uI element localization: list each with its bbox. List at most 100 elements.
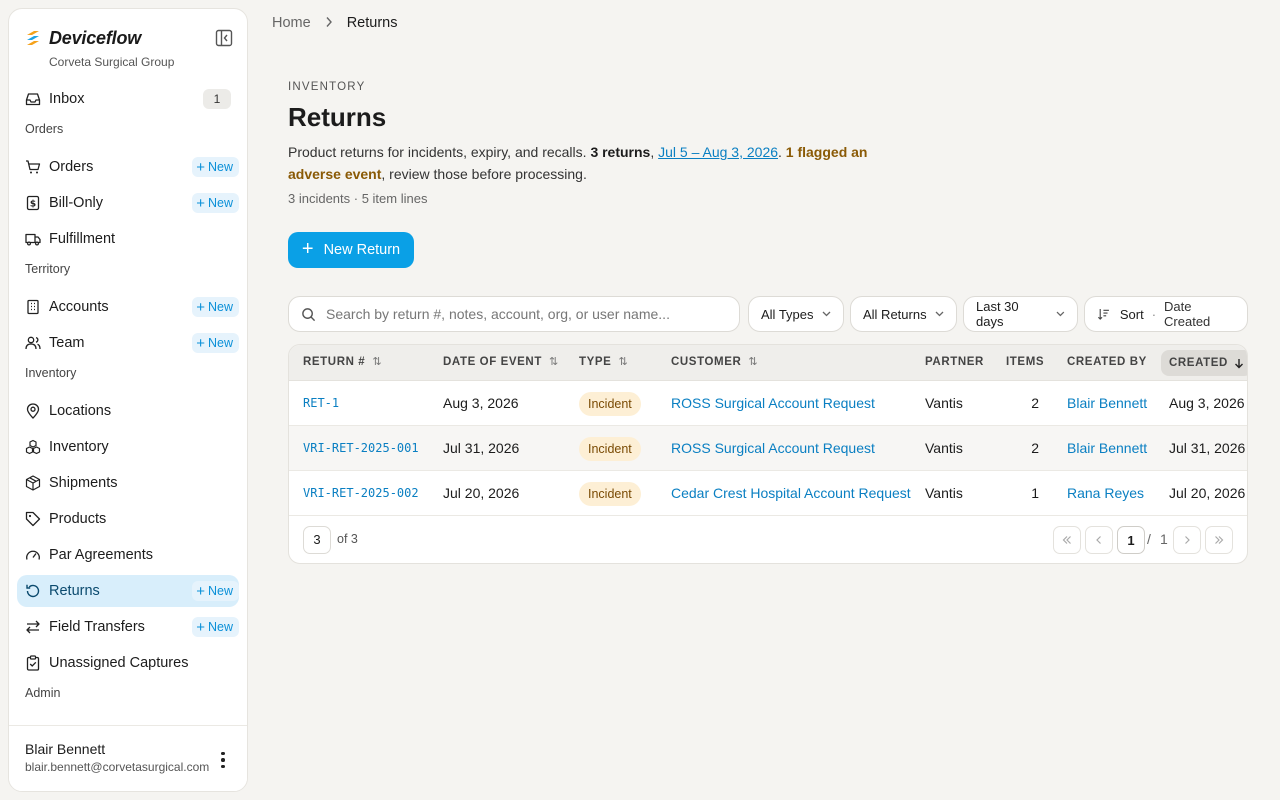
inbox-count-badge: 1 bbox=[203, 89, 231, 109]
nav-section-inventory: Inventory bbox=[25, 366, 77, 380]
table-row[interactable]: VRI-RET-2025-002 Jul 20, 2026 Incident C… bbox=[289, 471, 1247, 516]
type-badge: Incident bbox=[579, 482, 641, 507]
new-field-transfer-button[interactable]: + New bbox=[192, 617, 239, 637]
type-cell: Incident bbox=[579, 381, 641, 426]
prev-page-button[interactable] bbox=[1085, 526, 1113, 554]
col-label: PARTNER bbox=[925, 356, 984, 368]
new-account-button[interactable]: + New bbox=[192, 297, 239, 317]
sidebar-item-par-agreements[interactable]: Par Agreements bbox=[17, 539, 239, 571]
more-vertical-icon[interactable] bbox=[213, 750, 233, 770]
clipboard-check-icon bbox=[26, 655, 40, 671]
col-partner: PARTNER bbox=[925, 345, 984, 380]
sidebar-item-team[interactable]: Team + New bbox=[17, 327, 239, 359]
plus-icon: + bbox=[196, 194, 205, 212]
sidebar-item-bill-only[interactable]: $ Bill-Only + New bbox=[17, 187, 239, 219]
sort-arrows-icon: ⇅ bbox=[748, 356, 759, 368]
new-order-button[interactable]: + New bbox=[192, 157, 239, 177]
return-number-link[interactable]: VRI-RET-2025-002 bbox=[303, 471, 419, 516]
sidebar-item-returns[interactable]: Returns + New bbox=[17, 575, 239, 607]
col-return-number[interactable]: RETURN # ⇅ bbox=[303, 345, 382, 380]
sidebar-collapse-icon[interactable] bbox=[215, 29, 233, 47]
created-by-link[interactable]: Blair Bennett bbox=[1067, 381, 1147, 426]
customer-link[interactable]: ROSS Surgical Account Request bbox=[671, 381, 875, 426]
sidebar-item-field-transfers[interactable]: Field Transfers + New bbox=[17, 611, 239, 643]
col-date-of-event[interactable]: DATE OF EVENT ⇅ bbox=[443, 345, 559, 380]
last-page-button[interactable] bbox=[1205, 526, 1233, 554]
new-label: New bbox=[207, 160, 233, 174]
col-label: CREATED bbox=[1169, 357, 1228, 369]
customer-link[interactable]: Cedar Crest Hospital Account Request bbox=[671, 471, 911, 516]
chevrons-right-icon bbox=[1215, 536, 1224, 544]
sidebar-item-locations[interactable]: Locations bbox=[17, 395, 239, 427]
created-by-link[interactable]: Rana Reyes bbox=[1067, 471, 1144, 516]
created-date: Jul 31, 2026 bbox=[1169, 440, 1246, 456]
date-filter-dropdown[interactable]: Last 30 days bbox=[963, 296, 1078, 332]
col-created[interactable]: CREATED bbox=[1161, 350, 1247, 376]
user-menu[interactable]: Blair Bennett blair.bennett@corvetasurgi… bbox=[9, 725, 247, 791]
sidebar: Deviceflow Corveta Surgical Group Inbox … bbox=[8, 8, 248, 792]
sort-dropdown[interactable]: Sort · Date Created bbox=[1084, 296, 1248, 332]
first-page-button[interactable] bbox=[1053, 526, 1081, 554]
col-customer[interactable]: CUSTOMER ⇅ bbox=[671, 345, 758, 380]
table-row[interactable]: VRI-RET-2025-001 Jul 31, 2026 Incident R… bbox=[289, 426, 1247, 471]
table-row[interactable]: RET-1 Aug 3, 2026 Incident ROSS Surgical… bbox=[289, 381, 1247, 426]
returns-filter-dropdown[interactable]: All Returns bbox=[850, 296, 957, 332]
new-team-member-button[interactable]: + New bbox=[192, 333, 239, 353]
page-meta: 3 incidents · 5 item lines bbox=[288, 191, 428, 206]
col-label: RETURN # bbox=[303, 356, 366, 368]
type-filter-dropdown[interactable]: All Types bbox=[748, 296, 844, 332]
breadcrumb-home[interactable]: Home bbox=[272, 15, 311, 31]
col-label: CREATED BY bbox=[1067, 356, 1147, 368]
sidebar-item-orders[interactable]: Orders + New bbox=[17, 151, 239, 183]
search-icon bbox=[302, 307, 316, 321]
returns-count: 3 returns bbox=[590, 144, 651, 160]
current-page[interactable]: 1 bbox=[1117, 526, 1145, 554]
chevron-right-icon bbox=[1185, 536, 1190, 544]
sidebar-item-label: Products bbox=[49, 511, 107, 527]
return-number-link[interactable]: RET-1 bbox=[303, 381, 339, 426]
sidebar-item-products[interactable]: Products bbox=[17, 503, 239, 535]
search-input[interactable] bbox=[326, 306, 726, 322]
inbox-icon bbox=[25, 93, 41, 106]
col-label: CUSTOMER bbox=[671, 356, 742, 368]
customer-link[interactable]: ROSS Surgical Account Request bbox=[671, 426, 875, 471]
new-return-button[interactable]: + New Return bbox=[288, 232, 414, 268]
date-filter-value: Last 30 days bbox=[976, 299, 1019, 329]
returns-filter-value: All Returns bbox=[863, 306, 927, 322]
page-size-select[interactable]: 3 bbox=[303, 526, 331, 554]
sidebar-item-fulfillment[interactable]: Fulfillment bbox=[17, 223, 239, 255]
sidebar-item-accounts[interactable]: Accounts + New bbox=[17, 291, 239, 323]
table-header: RETURN # ⇅ DATE OF EVENT ⇅ TYPE ⇅ CUSTOMER ⇅… bbox=[289, 345, 1247, 381]
col-type[interactable]: TYPE ⇅ bbox=[579, 345, 628, 380]
org-name: Corveta Surgical Group bbox=[49, 55, 175, 69]
next-page-button[interactable] bbox=[1173, 526, 1201, 554]
sidebar-item-unassigned-captures[interactable]: Unassigned Captures bbox=[17, 647, 239, 679]
arrows-left-right-icon bbox=[26, 620, 40, 634]
new-return-sidebar-button[interactable]: + New bbox=[192, 581, 239, 601]
new-label: New bbox=[207, 300, 233, 314]
sidebar-item-label: Par Agreements bbox=[49, 547, 153, 563]
nav-section-orders: Orders bbox=[25, 122, 64, 136]
sidebar-item-shipments[interactable]: Shipments bbox=[17, 467, 239, 499]
type-cell: Incident bbox=[579, 426, 641, 471]
desc-comma: , bbox=[650, 144, 659, 160]
date-range-link[interactable]: Jul 5 – Aug 3, 2026 bbox=[658, 144, 778, 160]
plus-icon: + bbox=[196, 298, 205, 316]
user-email: blair.bennett@corvetasurgical.com bbox=[25, 760, 210, 774]
user-name: Blair Bennett bbox=[25, 741, 106, 757]
created-by-link[interactable]: Blair Bennett bbox=[1067, 426, 1147, 471]
brand[interactable]: Deviceflow bbox=[25, 27, 141, 49]
sidebar-item-label: Team bbox=[49, 335, 85, 351]
return-number-link[interactable]: VRI-RET-2025-001 bbox=[303, 426, 419, 471]
sort-value: Date Created bbox=[1164, 299, 1211, 329]
chevron-left-icon bbox=[1096, 536, 1101, 544]
sidebar-item-inventory[interactable]: Inventory bbox=[17, 431, 239, 463]
chevron-down-icon bbox=[822, 311, 830, 317]
created-date: Jul 20, 2026 bbox=[1169, 485, 1246, 501]
sidebar-item-label: Inventory bbox=[49, 439, 109, 455]
date-of-event: Jul 20, 2026 bbox=[443, 485, 520, 501]
sidebar-item-inbox[interactable]: Inbox 1 bbox=[17, 83, 239, 115]
invoice-dollar-icon: $ bbox=[26, 195, 40, 211]
new-bill-only-button[interactable]: + New bbox=[192, 193, 239, 213]
col-label: TYPE bbox=[579, 356, 612, 368]
